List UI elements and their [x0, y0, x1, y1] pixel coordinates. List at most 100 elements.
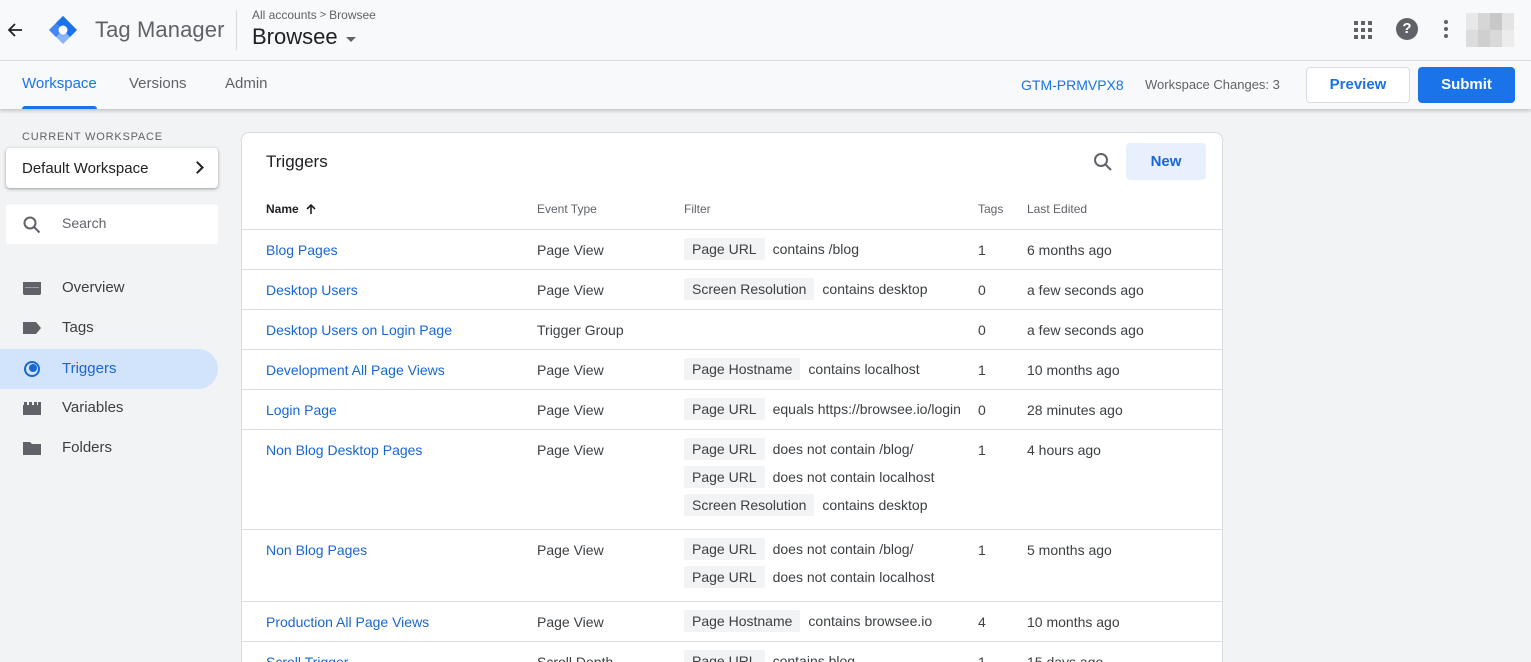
- filter-condition: Page Hostname contains browsee.io: [684, 610, 932, 632]
- filter-condition: Page URL does not contain localhost: [684, 466, 934, 488]
- workspace-name: Default Workspace: [22, 160, 149, 177]
- filter-condition-text: contains desktop: [822, 281, 928, 297]
- more-vert-icon[interactable]: [1444, 20, 1448, 38]
- container-selector[interactable]: Browsee: [252, 24, 356, 50]
- app-name: Tag Manager: [95, 17, 225, 42]
- column-header-last-edited[interactable]: Last Edited: [1027, 202, 1087, 216]
- trigger-name-link[interactable]: Desktop Users: [266, 282, 358, 298]
- tab-versions[interactable]: Versions: [129, 61, 187, 109]
- current-workspace-label: CURRENT WORKSPACE: [22, 131, 163, 143]
- help-icon[interactable]: ?: [1396, 18, 1418, 40]
- sidebar-item-tags[interactable]: Tags: [0, 308, 218, 348]
- workspace-selector[interactable]: Default Workspace: [6, 148, 218, 188]
- breadcrumb-account[interactable]: Browsee: [329, 8, 376, 22]
- breadcrumb-all-accounts[interactable]: All accounts: [252, 8, 317, 22]
- filter-variable-chip: Page Hostname: [684, 358, 801, 380]
- tags-count: 1: [978, 542, 986, 558]
- top-app-bar: Tag Manager All accounts > Browsee Brows…: [0, 0, 1531, 61]
- overview-icon: [23, 282, 41, 295]
- container-name: Browsee: [252, 24, 338, 49]
- filter-variable-chip: Page URL: [684, 650, 765, 662]
- column-header-event-type[interactable]: Event Type: [537, 202, 597, 216]
- avatar[interactable]: [1466, 13, 1514, 47]
- submit-button[interactable]: Submit: [1418, 67, 1515, 103]
- trigger-name-link[interactable]: Blog Pages: [266, 242, 338, 258]
- preview-button[interactable]: Preview: [1306, 67, 1410, 103]
- search-input[interactable]: [62, 215, 212, 231]
- tags-count: 1: [978, 654, 986, 662]
- table-row[interactable]: Non Blog Pages Page View Page URL does not …: [242, 529, 1222, 601]
- sidebar-item-label: Overview: [62, 279, 125, 296]
- event-type: Page View: [537, 542, 604, 558]
- filter-variable-chip: Page URL: [684, 538, 765, 560]
- filter-condition-text: contains /blog: [772, 241, 859, 257]
- table-row[interactable]: Desktop Users on Login Page Trigger Group…: [242, 309, 1222, 349]
- filter-condition-text: does not contain localhost: [772, 569, 935, 585]
- chevron-right-icon: [191, 161, 204, 174]
- trigger-name-link[interactable]: Non Blog Desktop Pages: [266, 442, 422, 458]
- table-row[interactable]: Desktop Users Page View Screen Resolution c…: [242, 269, 1222, 309]
- tags-count: 0: [978, 282, 986, 298]
- filter-condition-text: does not contain localhost: [772, 469, 935, 485]
- filter-condition-text: contains blog: [772, 653, 856, 662]
- new-trigger-button[interactable]: New: [1126, 143, 1206, 180]
- tags-count: 1: [978, 442, 986, 458]
- filter-condition-text: equals https://browsee.io/login: [772, 401, 961, 417]
- apps-grid-icon[interactable]: [1354, 21, 1372, 39]
- table-row[interactable]: Login Page Page View Page URL equals https:…: [242, 389, 1222, 429]
- tags-count: 1: [978, 242, 986, 258]
- trigger-name-link[interactable]: Scroll Trigger: [266, 654, 348, 662]
- workspace-tab-bar: Workspace Versions Admin GTM-PRMVPX8 Wor…: [0, 61, 1531, 109]
- filter-condition: Screen Resolution contains desktop: [684, 494, 927, 516]
- filter-variable-chip: Page Hostname: [684, 610, 801, 632]
- trigger-name-link[interactable]: Non Blog Pages: [266, 542, 367, 558]
- last-edited: 4 hours ago: [1027, 442, 1101, 458]
- tab-admin[interactable]: Admin: [225, 61, 268, 109]
- trigger-name-link[interactable]: Development All Page Views: [266, 362, 445, 378]
- trigger-name-link[interactable]: Desktop Users on Login Page: [266, 322, 452, 338]
- back-arrow-icon[interactable]: [6, 20, 24, 40]
- trigger-name-link[interactable]: Production All Page Views: [266, 614, 429, 630]
- last-edited: a few seconds ago: [1027, 322, 1144, 338]
- card-title: Triggers: [266, 152, 328, 171]
- event-type: Page View: [537, 614, 604, 630]
- table-row[interactable]: Non Blog Desktop Pages Page View Page URL d…: [242, 429, 1222, 529]
- column-header-tags[interactable]: Tags: [978, 202, 1003, 216]
- filter-variable-chip: Screen Resolution: [684, 494, 815, 516]
- filter-condition-text: contains browsee.io: [808, 613, 933, 629]
- tag-icon: [23, 322, 41, 334]
- chevron-right-icon: >: [319, 9, 327, 21]
- header-divider: [236, 10, 237, 50]
- tab-workspace[interactable]: Workspace: [22, 61, 97, 109]
- column-header-label: Name: [266, 202, 299, 216]
- filter-variable-chip: Page URL: [684, 566, 765, 588]
- table-row[interactable]: Scroll Trigger Scroll Depth Page URL contai…: [242, 641, 1222, 662]
- column-header-filter: Filter: [684, 202, 711, 216]
- trigger-icon: [24, 361, 40, 377]
- trigger-name-link[interactable]: Login Page: [266, 402, 337, 418]
- breadcrumb: All accounts > Browsee: [252, 8, 376, 22]
- sidebar-item-folders[interactable]: Folders: [0, 428, 218, 468]
- filter-variable-chip: Screen Resolution: [684, 278, 815, 300]
- column-header-name[interactable]: Name: [266, 202, 317, 216]
- tag-manager-logo-icon[interactable]: [47, 14, 79, 46]
- sidebar-item-label: Triggers: [62, 360, 117, 377]
- sidebar-item-variables[interactable]: Variables: [0, 388, 218, 428]
- last-edited: 10 months ago: [1027, 362, 1120, 378]
- filter-variable-chip: Page URL: [684, 438, 765, 460]
- container-id-link[interactable]: GTM-PRMVPX8: [1021, 77, 1124, 93]
- filter-condition: Page URL does not contain /blog/: [684, 538, 913, 560]
- last-edited: 28 minutes ago: [1027, 402, 1123, 418]
- variables-icon: [23, 402, 41, 415]
- table-row[interactable]: Blog Pages Page View Page URL contains /blo…: [242, 229, 1222, 269]
- sidebar-item-triggers[interactable]: Triggers: [0, 349, 218, 389]
- filter-condition-text: does not contain /blog/: [772, 541, 914, 557]
- sidebar-item-overview[interactable]: Overview: [0, 268, 218, 308]
- last-edited: a few seconds ago: [1027, 282, 1144, 298]
- search-icon[interactable]: [1093, 152, 1113, 172]
- sidebar-search[interactable]: [6, 205, 218, 244]
- table-row[interactable]: Production All Page Views Page View Page H…: [242, 601, 1222, 641]
- table-row[interactable]: Development All Page Views Page View Page …: [242, 349, 1222, 389]
- sidebar-item-label: Tags: [62, 319, 94, 336]
- sidebar-item-label: Folders: [62, 439, 113, 456]
